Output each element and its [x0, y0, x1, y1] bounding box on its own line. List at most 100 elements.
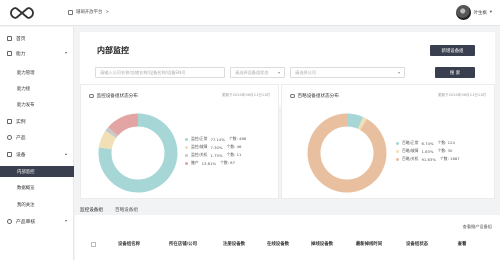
search-button[interactable]: 搜 索	[435, 67, 475, 78]
card-title: 监控设备组状态分布	[89, 93, 138, 99]
add-device-group-button[interactable]: 新增设备组	[430, 45, 475, 56]
chart-icon	[89, 93, 94, 99]
chart-icon	[290, 93, 295, 99]
top-bar: 珊瑚开放平台 > 叶生枫 ▾	[0, 0, 500, 26]
legend-dot	[185, 153, 188, 157]
home-icon	[7, 36, 12, 41]
legend-count: 个数: 124	[437, 140, 455, 145]
sidebar-sub-my-follow[interactable]: 我的关注	[0, 199, 74, 210]
chevron-down-icon	[398, 72, 400, 74]
select-placeholder: 请选择设备组状态	[235, 69, 269, 75]
user-menu[interactable]: 叶生枫 ▾	[455, 5, 492, 20]
legend-label: 撤产	[191, 160, 199, 165]
legend-dot	[396, 141, 399, 145]
platform-icon	[68, 9, 73, 15]
legend-dot	[185, 137, 188, 141]
legend-label: 百略/故障	[402, 148, 419, 153]
sidebar-item-ability[interactable]: 能力	[0, 48, 74, 59]
column-header[interactable]: 最新掉线时间	[344, 241, 394, 247]
sidebar-sub-label: 能力接	[17, 86, 31, 92]
column-header[interactable]: 掉线设备数	[300, 241, 344, 247]
column-header[interactable]: 所在店铺/公司	[154, 241, 212, 247]
logo-icon[interactable]	[9, 6, 35, 20]
legend-item: 百略/故障 1.63% 个数: 30	[396, 147, 460, 155]
sidebar-item-device[interactable]: 设备	[0, 149, 74, 160]
search-input[interactable]: 请输入公司名称/店铺名称/设备名称/设备SN号	[95, 67, 225, 78]
donut-slice[interactable]	[307, 113, 387, 193]
legend: 监控/正常 77.14% 个数: 486 监控/故障 7.30% 个数: 46 监控/关…	[185, 135, 246, 167]
chevron-down-icon	[278, 72, 280, 74]
sidebar-item-label: 能力	[16, 52, 26, 57]
legend-item: 监控/正常 77.14% 个数: 486	[185, 135, 246, 143]
legend-pct: 91.63%	[421, 156, 436, 162]
legend-dot	[396, 149, 399, 153]
view-retired-groups-link[interactable]: 查看撤产设备组	[463, 224, 492, 230]
sidebar-item-label: 实例	[16, 120, 26, 125]
legend-pct: 7.30%	[210, 144, 223, 150]
legend-count: 个数: 87	[220, 160, 235, 165]
sidebar-item-label: 产品	[16, 136, 26, 141]
select-all-checkbox[interactable]	[91, 241, 96, 247]
platform-label: 珊瑚开放平台	[76, 10, 103, 15]
chevron-down-icon: ▾	[489, 10, 492, 15]
legend-item: 百略/关机 91.63% 个数: 1687	[396, 155, 460, 163]
legend-pct: 1.75%	[210, 152, 223, 158]
sidebar-item-label: 首页	[16, 37, 26, 42]
card-title-text: 监控设备组状态分布	[96, 94, 138, 99]
legend-label: 百略/关机	[402, 156, 419, 161]
sidebar-item-label: 设备	[16, 153, 26, 158]
company-select[interactable]: 请选择公司	[290, 67, 405, 78]
chevron-down-icon	[65, 52, 67, 54]
sidebar-sub-ability-manage[interactable]: 能力管理	[0, 67, 74, 78]
legend-label: 监控/故障	[191, 144, 208, 149]
legend-pct: 6.74%	[421, 140, 434, 146]
legend-pct: 77.14%	[210, 136, 225, 142]
select-placeholder: 请选择公司	[295, 69, 316, 75]
card-updated: 更新于2020年06月21日11时	[437, 93, 486, 97]
ability-icon	[7, 51, 12, 56]
column-header[interactable]: 在线设备数	[256, 241, 300, 247]
legend-count: 个数: 11	[226, 152, 242, 157]
legend-dot	[185, 161, 188, 165]
chevron-down-icon	[65, 220, 67, 222]
legend-item: 监控/关机 1.75% 个数: 11	[185, 151, 246, 159]
legend-count: 个数: 1687	[439, 156, 460, 161]
device-icon	[7, 152, 12, 157]
sidebar-sub-internal-monitor[interactable]: 内部监控	[0, 166, 74, 177]
sidebar-item-label: 产品审核	[16, 220, 36, 225]
page-title: 内部监控	[97, 46, 129, 55]
column-header[interactable]: 设备组状态	[394, 241, 440, 247]
legend-label: 百略/正常	[402, 140, 419, 145]
legend: 百略/正常 6.74% 个数: 124 百略/故障 1.63% 个数: 30 百略/关机…	[396, 139, 460, 163]
sidebar-sub-data-overview[interactable]: 数据概览	[0, 182, 74, 193]
sidebar-item-product-review[interactable]: 产品审核	[0, 216, 74, 227]
sidebar-sub-label: 能力管理	[17, 70, 35, 76]
legend-label: 监控/正常	[191, 136, 208, 141]
card-title-text: 百略设备组状态分布	[297, 94, 339, 99]
sidebar-sub-ability-connect[interactable]: 能力接	[0, 83, 74, 94]
sidebar-item-product[interactable]: 产品	[0, 132, 74, 143]
sidebar-item-instance[interactable]: 实例	[0, 116, 74, 127]
column-header[interactable]: 设备组名称	[104, 241, 154, 247]
sidebar-sub-label: 我的关注	[17, 202, 35, 208]
legend-item: 监控/故障 7.30% 个数: 46	[185, 143, 246, 151]
chevron-up-icon	[65, 153, 67, 155]
baili-status-card: 百略设备组状态分布 更新于2020年06月21日11时 百略/正常 6.74% 个数…	[281, 84, 495, 199]
user-name: 叶生枫	[473, 10, 487, 16]
sidebar-sub-label: 数据概览	[17, 185, 35, 191]
avatar	[455, 5, 471, 20]
baili-donut-chart	[307, 113, 387, 193]
sidebar-sub-ability-publish[interactable]: 能力发布	[0, 99, 74, 110]
legend-dot	[396, 157, 399, 161]
group-status-select[interactable]: 请选择设备组状态	[230, 67, 285, 78]
sidebar: 首页 能力 能力管理 能力接 能力发布 实例 产品 设备 内部监控 数据概览 我…	[0, 27, 74, 260]
legend-count: 个数: 46	[226, 144, 242, 149]
column-header[interactable]: 注册设备数	[212, 241, 256, 247]
legend-count: 个数: 30	[437, 148, 453, 153]
table-header: 设备组名称 所在店铺/公司 注册设备数 在线设备数 掉线设备数 最新掉线时间 设…	[83, 237, 492, 251]
column-header[interactable]: 查看	[440, 241, 484, 247]
sidebar-item-home[interactable]: 首页	[0, 33, 74, 44]
legend-dot	[185, 145, 188, 149]
platform-switcher[interactable]: 珊瑚开放平台 >	[68, 9, 109, 15]
instance-icon	[7, 119, 12, 124]
